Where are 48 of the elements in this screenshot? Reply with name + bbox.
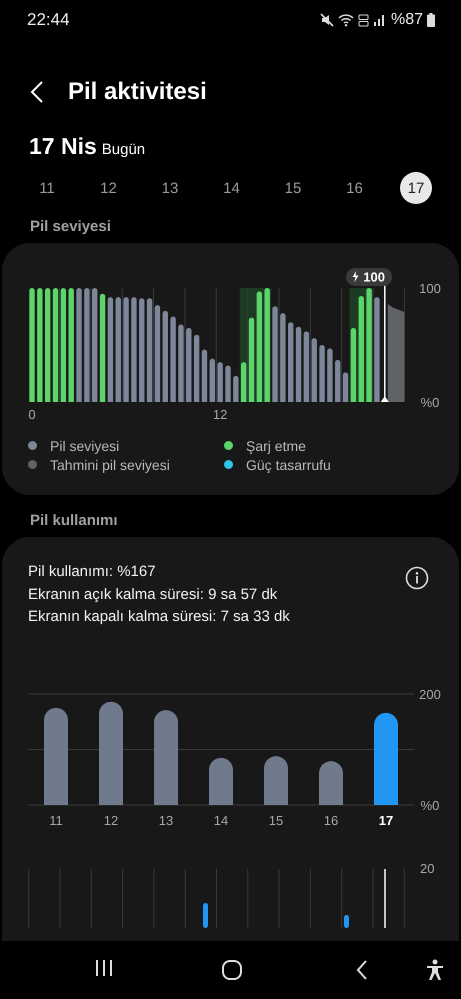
axis-label: 100 [419, 281, 441, 296]
legend-label: Tahmini pil seviyesi [50, 456, 170, 472]
legend-label: Şarj etme [246, 438, 306, 454]
back-icon[interactable] [355, 959, 369, 981]
axis-label: 0 [28, 407, 36, 422]
accessibility-icon[interactable] [425, 959, 445, 981]
tooltip-bubble [346, 268, 392, 286]
date-tab[interactable]: 12 [92, 172, 124, 204]
today-label: Bugün [102, 141, 146, 158]
usage-summary-line: Pil kullanımı: %167 [28, 562, 157, 582]
info-icon[interactable] [405, 566, 429, 590]
axis-label: 17 [378, 812, 394, 828]
signal-icon [372, 14, 385, 26]
recent-apps-icon[interactable] [94, 959, 114, 977]
battery-icon [427, 13, 435, 27]
date-tab[interactable]: 16 [338, 172, 370, 204]
axis-label: 16 [324, 812, 338, 828]
axis-label: 11 [49, 812, 63, 828]
date-tab[interactable]: 13 [154, 172, 186, 204]
axis-label: 13 [158, 812, 174, 828]
section-heading: Pil seviyesi [29, 217, 112, 237]
tooltip-value: 100 [363, 270, 385, 284]
mute-icon [320, 13, 334, 27]
axis-label: 15 [268, 812, 284, 828]
axis-label: 200 [419, 686, 441, 702]
page-title: Pil aktivitesi [68, 78, 207, 106]
axis-label: 12 [104, 812, 118, 828]
axis-label: %0 [420, 395, 440, 410]
selected-date: 17 Nis [29, 133, 97, 160]
home-icon[interactable] [221, 959, 243, 981]
axis-label: 14 [214, 812, 228, 828]
battery-percent: %87 [390, 11, 423, 29]
axis-label: %0 [420, 798, 440, 812]
usage-summary-line: Ekranın açık kalma süresi: 9 sa 57 dk [28, 584, 278, 604]
wifi-icon [338, 13, 354, 27]
usage-summary-line: Ekranın kapalı kalma süresi: 7 sa 33 dk [28, 607, 290, 627]
legend-label: Güç tasarrufu [246, 456, 331, 472]
axis-label: 12 [212, 407, 228, 422]
date-tab[interactable]: 11 [31, 172, 63, 204]
section-heading: Pil kullanımı [29, 511, 119, 531]
date-tab[interactable]: 14 [216, 172, 248, 204]
back-icon[interactable] [30, 80, 44, 104]
date-tab[interactable]: 15 [277, 172, 309, 204]
status-time: 22:44 [27, 10, 70, 30]
axis-label: 20 [420, 860, 434, 876]
date-tab[interactable]: 17 [400, 172, 432, 204]
bolt-icon [352, 271, 359, 282]
legend-label: Pil seviyesi [50, 438, 120, 454]
